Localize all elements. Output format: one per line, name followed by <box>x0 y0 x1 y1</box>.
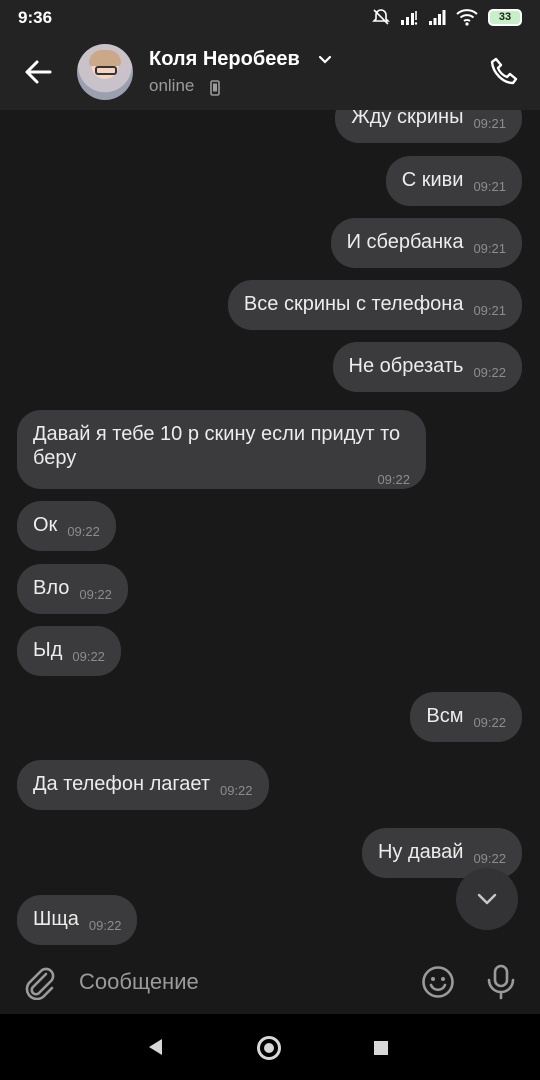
message-incoming[interactable]: Шща 09:22 <box>17 895 138 945</box>
message-list[interactable]: Жду скрины 09:21 С киви 09:21 И сбербанка 0… <box>0 110 540 950</box>
message-outgoing[interactable]: И сбербанка 09:21 <box>330 218 522 268</box>
message-outgoing[interactable]: С киви 09:21 <box>385 156 522 206</box>
message-outgoing[interactable]: Всм 09:22 <box>410 692 522 742</box>
microphone-icon[interactable] <box>486 964 516 1000</box>
status-bar: 9:36 33 <box>0 0 540 34</box>
signal-off-icon <box>401 11 418 25</box>
message-outgoing[interactable]: Жду скрины 09:21 <box>335 110 522 143</box>
chevron-down-icon[interactable] <box>318 54 332 64</box>
message-incoming[interactable]: Вло 09:22 <box>17 564 128 614</box>
back-arrow-icon[interactable] <box>22 56 54 88</box>
contact-name[interactable]: Коля Неробеев <box>149 48 300 71</box>
nav-recents-icon[interactable] <box>374 1041 388 1055</box>
mobile-device-icon <box>210 80 220 96</box>
message-outgoing[interactable]: Не обрезать 09:22 <box>332 342 522 392</box>
emoji-icon[interactable] <box>421 965 455 999</box>
scroll-to-bottom-button[interactable] <box>456 868 518 930</box>
chevron-down-icon <box>477 893 497 905</box>
message-incoming[interactable]: Ыд 09:22 <box>17 626 121 676</box>
message-incoming[interactable]: Да телефон лагает 09:22 <box>17 760 269 810</box>
mute-icon <box>372 9 390 25</box>
chat-header: Коля Неробеев online <box>0 34 540 110</box>
status-time: 9:36 <box>18 8 53 27</box>
phone-call-icon[interactable] <box>488 56 520 88</box>
message-composer: Сообщение <box>0 950 540 1014</box>
avatar[interactable] <box>77 44 133 100</box>
nav-back-icon[interactable] <box>147 1038 165 1056</box>
message-incoming[interactable]: Давай я тебе 10 р скину если придут то б… <box>17 410 426 489</box>
presence-status: online <box>149 76 195 95</box>
message-outgoing[interactable]: Все скрины с телефона 09:21 <box>227 280 522 330</box>
message-input[interactable]: Сообщение <box>79 969 199 995</box>
signal-icon <box>429 10 446 25</box>
nav-home-icon[interactable] <box>257 1036 281 1060</box>
attachment-icon[interactable] <box>22 964 56 1000</box>
message-incoming[interactable]: Ок 09:22 <box>17 501 116 551</box>
battery-icon: 33 <box>488 8 522 26</box>
wifi-icon <box>456 9 478 26</box>
system-nav-bar <box>0 1014 540 1080</box>
